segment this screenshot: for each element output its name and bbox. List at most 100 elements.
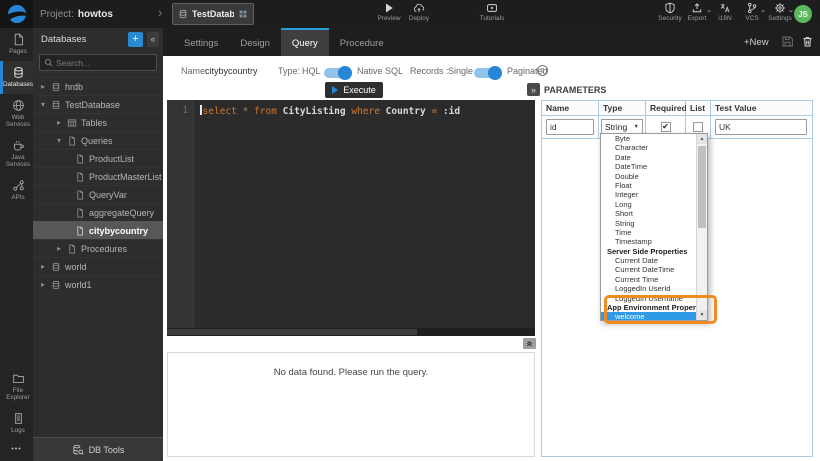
type-option-nativesql[interactable]: Native SQL bbox=[357, 66, 403, 76]
dropdown-option[interactable]: Date bbox=[601, 153, 696, 162]
file-icon bbox=[75, 154, 85, 164]
deploy-button[interactable]: Deploy bbox=[400, 2, 438, 27]
rail-item-file-explorer[interactable]: File Explorer bbox=[0, 367, 33, 407]
type-toggle[interactable] bbox=[324, 68, 350, 78]
collapse-editor-button[interactable] bbox=[523, 338, 536, 349]
dropdown-option[interactable]: Time bbox=[601, 228, 696, 237]
tab-query[interactable]: Query bbox=[281, 28, 329, 56]
tree-item-queries[interactable]: ▾ Queries bbox=[33, 131, 163, 149]
rail-item-java-services[interactable]: Java Services bbox=[0, 134, 33, 174]
expand-parameters-button[interactable]: » bbox=[527, 83, 540, 96]
service-tab-label: TestDatabase bbox=[192, 9, 234, 19]
caret-right-icon[interactable]: ▸ bbox=[55, 244, 63, 253]
dropdown-option[interactable]: Byte bbox=[601, 134, 696, 143]
caret-right-icon[interactable]: ▸ bbox=[39, 82, 47, 91]
folder-icon bbox=[12, 372, 25, 385]
more-options-icon[interactable]: ••• bbox=[0, 440, 33, 459]
user-avatar[interactable]: JS bbox=[794, 5, 812, 23]
tree-item-tables[interactable]: ▸ Tables bbox=[33, 113, 163, 131]
tutorials-button[interactable]: Tutorials bbox=[473, 2, 511, 27]
add-database-button[interactable]: + bbox=[128, 32, 143, 47]
dropdown-option[interactable]: Current Time bbox=[601, 275, 696, 284]
delete-icon[interactable] bbox=[801, 35, 814, 48]
scroll-thumb[interactable] bbox=[698, 146, 706, 228]
rail-item-logs[interactable]: Logs bbox=[0, 407, 33, 440]
tree-item-hrdb[interactable]: ▸ hrdb bbox=[33, 77, 163, 95]
records-toggle[interactable] bbox=[474, 68, 500, 78]
col-test-value: Test Value bbox=[711, 101, 812, 116]
caret-right-icon[interactable]: ▸ bbox=[39, 262, 47, 271]
rail-item-web-services[interactable]: Web Services bbox=[0, 94, 33, 134]
db-tools-button[interactable]: DB Tools bbox=[33, 437, 163, 461]
rail-item-pages[interactable]: Pages bbox=[0, 28, 33, 61]
dropdown-option[interactable]: Integer bbox=[601, 190, 696, 199]
grid-icon[interactable] bbox=[238, 9, 248, 19]
file-icon bbox=[75, 190, 85, 200]
dropdown-group-app-environment: App Environment Properties bbox=[601, 303, 696, 312]
dropdown-option[interactable]: Current DateTime bbox=[601, 265, 696, 274]
records-label: Records : bbox=[410, 66, 449, 76]
caret-down-icon[interactable]: ▾ bbox=[39, 100, 47, 109]
dropdown-option[interactable]: Double bbox=[601, 172, 696, 181]
dropdown-option[interactable]: LoggedIn UserId bbox=[601, 284, 696, 293]
tree-item-queryvar[interactable]: QueryVar bbox=[33, 185, 163, 203]
scroll-down-icon[interactable]: ▼ bbox=[697, 310, 707, 320]
dropdown-group-server-side: Server Side Properties bbox=[601, 247, 696, 256]
tree-item-world[interactable]: ▸ world bbox=[33, 257, 163, 275]
dropdown-option[interactable]: LoggedIn Username bbox=[601, 294, 696, 303]
app-window: Project: howtos › TestDatabase Preview D… bbox=[0, 0, 820, 461]
tab-procedure[interactable]: Procedure bbox=[329, 28, 395, 56]
help-icon[interactable]: ? bbox=[537, 65, 548, 76]
search-input[interactable] bbox=[56, 58, 152, 68]
save-icon[interactable] bbox=[781, 35, 794, 48]
wavemaker-logo[interactable] bbox=[0, 0, 33, 28]
collapse-panel-button[interactable]: « bbox=[147, 32, 159, 47]
tab-settings[interactable]: Settings bbox=[173, 28, 229, 56]
dropdown-option[interactable]: Short bbox=[601, 209, 696, 218]
tree-label: aggregateQuery bbox=[89, 208, 154, 218]
dropdown-option[interactable]: String bbox=[601, 219, 696, 228]
type-option-hql[interactable]: HQL bbox=[302, 66, 321, 76]
dropdown-option-welcome[interactable]: welcome bbox=[601, 312, 696, 320]
execute-button[interactable]: Execute bbox=[325, 82, 383, 98]
new-query-button[interactable]: +New bbox=[744, 28, 769, 56]
caret-right-icon[interactable]: ▸ bbox=[55, 118, 63, 127]
tree-item-productlist[interactable]: ProductList bbox=[33, 149, 163, 167]
required-checkbox[interactable]: ✔ bbox=[661, 122, 671, 132]
records-option-single[interactable]: Single bbox=[448, 66, 473, 76]
tree-item-aggregatequery[interactable]: aggregateQuery bbox=[33, 203, 163, 221]
dropdown-option[interactable]: Long bbox=[601, 200, 696, 209]
sql-code-line[interactable]: select * from CityListing where Country … bbox=[200, 105, 460, 117]
file-icon bbox=[75, 226, 85, 236]
tab-design[interactable]: Design bbox=[229, 28, 281, 56]
editor-hscrollbar[interactable] bbox=[167, 328, 535, 336]
tree-item-world1[interactable]: ▸ world1 bbox=[33, 275, 163, 293]
test-value-input[interactable] bbox=[715, 119, 807, 135]
tree-search[interactable] bbox=[39, 54, 157, 71]
rail-item-databases[interactable]: Databases bbox=[0, 61, 33, 94]
caret-down-icon[interactable]: ▾ bbox=[55, 136, 63, 145]
sql-editor[interactable]: 1 select * from CityListing where Countr… bbox=[167, 100, 535, 336]
dropdown-option[interactable]: Current Date bbox=[601, 256, 696, 265]
rail-item-apis[interactable]: APIs bbox=[0, 174, 33, 207]
caret-right-icon[interactable]: ▸ bbox=[39, 280, 47, 289]
dropdown-option[interactable]: Character bbox=[601, 143, 696, 152]
scroll-up-icon[interactable]: ▲ bbox=[697, 134, 707, 144]
tree-item-productmasterlist[interactable]: ProductMasterList bbox=[33, 167, 163, 185]
list-checkbox[interactable] bbox=[693, 122, 703, 132]
dropdown-option[interactable]: Timestamp bbox=[601, 237, 696, 246]
tree-item-citybycountry[interactable]: citybycountry bbox=[33, 221, 163, 239]
dropdown-scrollbar[interactable]: ▲ ▼ bbox=[696, 134, 707, 320]
tree-item-testdatabase[interactable]: ▾ TestDatabase bbox=[33, 95, 163, 113]
open-service-tab[interactable]: TestDatabase bbox=[172, 3, 254, 25]
tree-item-procedures[interactable]: ▸ Procedures bbox=[33, 239, 163, 257]
dropdown-option[interactable]: DateTime bbox=[601, 162, 696, 171]
scroll-thumb[interactable] bbox=[167, 329, 417, 335]
tree-label: citybycountry bbox=[89, 226, 148, 236]
branch-icon bbox=[746, 2, 758, 14]
project-breadcrumb[interactable]: Project: howtos bbox=[40, 0, 113, 28]
tree-label: ProductList bbox=[89, 154, 134, 164]
param-name-input[interactable] bbox=[546, 119, 594, 135]
col-type: Type bbox=[599, 101, 646, 116]
dropdown-option[interactable]: Float bbox=[601, 181, 696, 190]
